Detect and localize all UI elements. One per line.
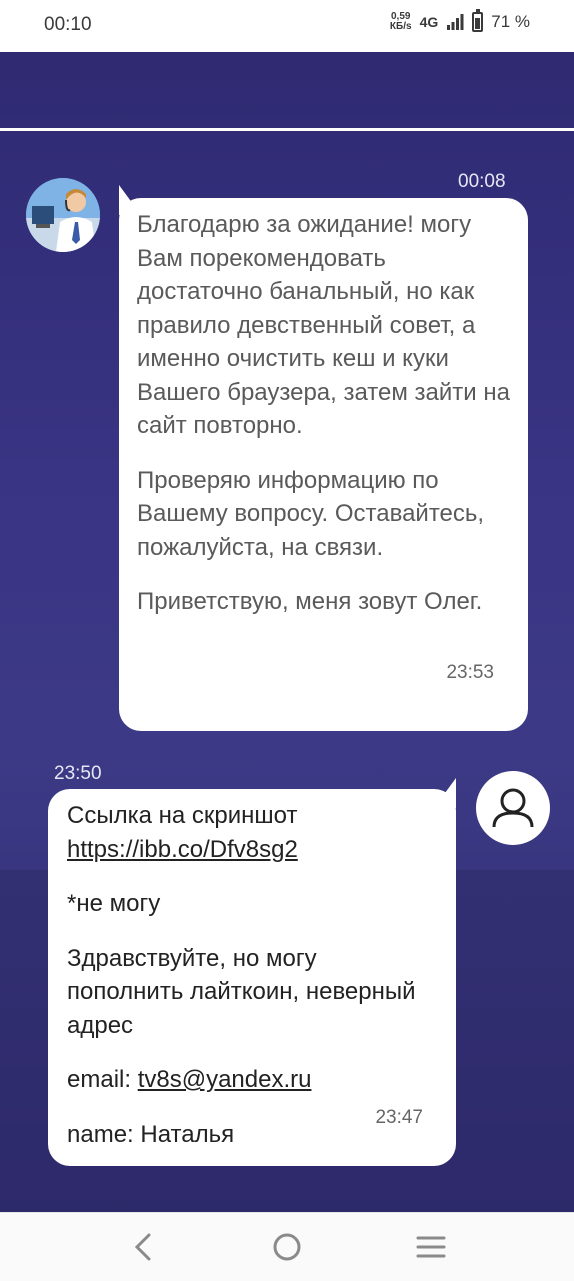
screenshot-link-block: Ссылка на скриншот https://ibb.co/Dfv8sg…	[67, 799, 437, 866]
recent-apps-button[interactable]	[411, 1227, 451, 1267]
home-icon	[273, 1233, 301, 1261]
chat-area[interactable]: 00:08 Благодарю за ожидание! могу Вам по…	[0, 52, 574, 1212]
back-button[interactable]	[124, 1227, 164, 1267]
user-message-line: *не могу	[67, 890, 161, 917]
agent-photo-icon	[26, 178, 100, 252]
status-time: 00:10	[44, 14, 92, 35]
agent-message-paragraph: Проверяю информацию по Вашему вопросу. О…	[137, 466, 485, 561]
network-speed-unit: КБ/s	[389, 21, 412, 32]
user-message-time: 23:47	[375, 1106, 423, 1128]
agent-message-bubble: Благодарю за ожидание! могу Вам порекоме…	[119, 198, 528, 731]
screenshot-link[interactable]: https://ibb.co/Dfv8sg2	[67, 836, 298, 863]
network-speed: 0,59 КБ/s	[390, 12, 412, 32]
agent-message-timestamp: 00:08	[458, 171, 506, 192]
screenshot-link-label: Ссылка на скриншот	[67, 802, 298, 829]
menu-icon	[416, 1236, 446, 1258]
status-bar: 00:10 0,59 КБ/s 4G 71 %	[0, 0, 574, 52]
status-indicators: 0,59 КБ/s 4G 71 %	[390, 9, 530, 32]
email-label: email:	[67, 1066, 138, 1093]
agent-message-time: 23:53	[446, 661, 494, 683]
battery-icon	[472, 9, 484, 32]
user-message-timestamp: 23:50	[54, 763, 102, 784]
signal-icon	[447, 14, 464, 30]
user-message-bubble: Ссылка на скриншот https://ibb.co/Dfv8sg…	[48, 789, 456, 1166]
user-avatar[interactable]	[476, 771, 550, 845]
agent-message-paragraph: Приветствую, меня зовут Олег.	[137, 588, 483, 615]
agent-avatar[interactable]	[26, 178, 100, 252]
back-icon	[134, 1233, 151, 1261]
agent-message-paragraph: Благодарю за ожидание! могу Вам порекоме…	[137, 211, 510, 439]
user-icon	[492, 788, 534, 828]
email-link[interactable]: tv8s@yandex.ru	[138, 1066, 312, 1093]
header-divider	[0, 128, 574, 131]
navigation-bar	[0, 1212, 574, 1281]
email-line: email: tv8s@yandex.ru	[67, 1063, 437, 1097]
network-type: 4G	[419, 14, 439, 30]
home-button[interactable]	[267, 1227, 307, 1267]
user-message-line: Здравствуйте, но могу пополнить лайткоин…	[67, 944, 416, 1039]
battery-percent: 71 %	[491, 12, 530, 31]
